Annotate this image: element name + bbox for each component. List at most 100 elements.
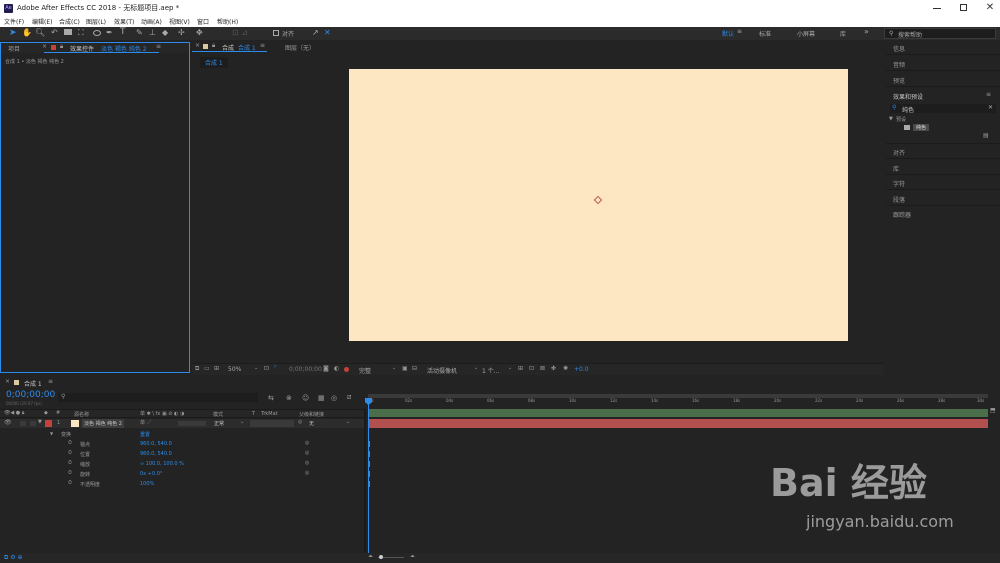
tab-project[interactable]: 项目	[8, 44, 20, 53]
lock-icon[interactable]: 🔒︎	[60, 43, 63, 51]
layer-row[interactable]: 👁︎ ▼ 1 淡色 褐色 纯色 2 单 ／ 正常 ⌄ ◎ 无 ⌄	[0, 419, 364, 428]
mask-tool-icon[interactable]	[93, 30, 101, 36]
close-tab-icon[interactable]: ×	[42, 43, 47, 50]
composition-canvas[interactable]	[349, 69, 848, 341]
zoom-out-icon[interactable]: ⏶	[368, 553, 373, 561]
toggle-view-icon[interactable]: ⊟	[412, 365, 417, 372]
graph-editor-icon[interactable]: ⧄	[347, 393, 351, 402]
expression-icon[interactable]: ◎	[305, 440, 309, 446]
panel-info[interactable]: 信息	[893, 44, 905, 53]
property-value[interactable]: ∞ 100.0, 100.0 %	[140, 461, 184, 467]
stopwatch-icon[interactable]: ⏱︎	[68, 440, 72, 446]
layer-mode-dropdown[interactable]: 正常	[214, 420, 224, 427]
pan-behind-tool-icon[interactable]: ⛶	[78, 28, 84, 38]
menu-animation[interactable]: 动画(A)	[141, 17, 162, 26]
stopwatch-icon[interactable]: ⏱︎	[68, 450, 72, 456]
render-icon[interactable]: ✤	[551, 365, 556, 372]
workspace-default[interactable]: 默认	[722, 29, 734, 38]
menu-effect[interactable]: 效果(T)	[114, 17, 134, 26]
work-area-range[interactable]	[368, 409, 988, 417]
minimize-button[interactable]	[930, 1, 944, 15]
rotate-tool-icon[interactable]: ↶	[51, 28, 58, 37]
panel-align[interactable]: 对齐	[893, 148, 905, 157]
property-value[interactable]: 960.0, 540.0	[140, 441, 172, 447]
new-preset-icon[interactable]: ▤	[983, 132, 989, 139]
menu-window[interactable]: 窗口	[197, 17, 209, 26]
menu-view[interactable]: 视图(V)	[169, 17, 190, 26]
draft-3d-icon[interactable]: ⊗	[286, 394, 292, 402]
panel-audio[interactable]: 音频	[893, 60, 905, 69]
layer-parent-dropdown[interactable]: 无	[309, 420, 314, 427]
hand-tool-icon[interactable]: ✋	[22, 28, 32, 37]
tab-layer[interactable]: 图层（无）	[285, 43, 315, 52]
menu-composition[interactable]: 合成(C)	[59, 17, 80, 26]
resolution-dropdown[interactable]: 完整	[359, 366, 371, 375]
switch-boxes[interactable]	[178, 421, 206, 426]
panel-library[interactable]: 库	[893, 164, 899, 173]
menu-layer[interactable]: 图层(L)	[86, 17, 106, 26]
stopwatch-icon[interactable]: ⏱︎	[68, 460, 72, 466]
effects-search-field[interactable]: ⚲ 纯色 ✕	[890, 104, 996, 114]
type-tool-icon[interactable]: T	[120, 27, 126, 37]
property-value[interactable]: 960.0, 540.0	[140, 451, 172, 457]
layer-duration-bar[interactable]	[368, 419, 988, 428]
panel-menu-icon[interactable]: ≡	[986, 91, 991, 98]
flowchart-icon[interactable]: ⊠	[540, 365, 545, 372]
stopwatch-icon[interactable]: ⏱︎	[68, 470, 72, 476]
workspace-standard[interactable]: 标准	[759, 29, 771, 38]
transform-group-row[interactable]: ▼ 变换 重置	[0, 430, 364, 439]
panel-menu-icon[interactable]: ≡	[156, 43, 161, 50]
trkmat-box[interactable]	[250, 420, 294, 427]
snap-icon[interactable]: ↗	[312, 28, 319, 37]
fit-icon[interactable]: ⊡	[264, 365, 269, 372]
transparency-grid-icon[interactable]: ▣	[402, 365, 408, 372]
close-tab-icon[interactable]: ×	[5, 378, 10, 385]
transform-reset[interactable]: 重置	[140, 431, 150, 438]
workspace-more-icon[interactable]: »	[864, 27, 869, 36]
snapshot-icon[interactable]: ◙	[323, 365, 329, 372]
always-preview-icon[interactable]: ⧉	[195, 365, 199, 373]
mask-visibility-icon[interactable]: ⊞	[214, 365, 219, 372]
composition-subtab[interactable]: 合成 1	[200, 57, 228, 68]
comp-flowchart-icon[interactable]: ⇆	[268, 394, 274, 402]
property-row-anchor[interactable]: ⏱︎ 锚点 960.0, 540.0 ◎	[0, 440, 364, 449]
camera-dropdown[interactable]: 活动摄像机	[427, 366, 457, 375]
column-source-name[interactable]: 源名称	[74, 411, 89, 418]
expression-icon[interactable]: ◎	[305, 470, 309, 476]
disclosure-triangle-icon[interactable]: ▼	[50, 431, 53, 436]
panel-effects-presets[interactable]: 效果和预设	[893, 92, 923, 101]
region-icon[interactable]: ⌜	[274, 365, 277, 372]
workspace-small-screen[interactable]: 小屏幕	[797, 29, 815, 38]
maximize-button[interactable]	[957, 1, 971, 15]
monitor-icon[interactable]: ▭	[204, 365, 210, 372]
preset-result[interactable]: 纯色	[913, 124, 930, 131]
camera-tool-icon[interactable]	[64, 29, 72, 35]
current-time[interactable]: 0;00;00;00	[6, 390, 55, 400]
motion-blur-icon[interactable]: ◎	[331, 394, 337, 402]
layer-label-color[interactable]	[45, 420, 52, 427]
property-row-position[interactable]: ⏱︎ 位置 960.0, 540.0 ◎	[0, 450, 364, 459]
property-row-rotation[interactable]: ⏱︎ 旋转 0x +0.0° ◎	[0, 470, 364, 479]
stopwatch-icon[interactable]: ⏱︎	[68, 480, 72, 486]
menu-file[interactable]: 文件(F)	[4, 17, 24, 26]
panel-tracker[interactable]: 跟踪器	[893, 210, 911, 219]
layer-expand-icon[interactable]: ▼	[38, 419, 42, 425]
close-tab-icon[interactable]: ×	[195, 42, 200, 49]
time-ruler[interactable]: 0s 02s 04s 06s 08s 10s 12s 14s 16s 18s 2…	[368, 398, 988, 408]
puppet-tool-icon[interactable]: ✥	[196, 28, 203, 37]
clear-search-icon[interactable]: ✕	[988, 104, 993, 111]
zoom-dropdown[interactable]: 50%	[228, 366, 241, 373]
property-row-scale[interactable]: ⏱︎ 缩放 ∞ 100.0, 100.0 % ◎	[0, 460, 364, 469]
disclosure-triangle-icon[interactable]: ▼	[889, 116, 893, 122]
workspace-menu-icon[interactable]: ≡	[737, 28, 742, 35]
expression-icon[interactable]: ◎	[305, 450, 309, 456]
panel-character[interactable]: 字符	[893, 179, 905, 188]
color-channel-icon[interactable]: ◐	[334, 365, 339, 372]
workspace-library[interactable]: 库	[840, 29, 846, 38]
zoom-in-icon[interactable]: ⏶	[410, 553, 415, 561]
panel-menu-icon[interactable]: ≡	[48, 378, 53, 385]
shy-icon[interactable]: ☺	[302, 394, 309, 402]
brush-tool-icon[interactable]: ✎	[136, 28, 143, 37]
switch-icons[interactable]: 单 ／	[140, 419, 152, 426]
fast-previews-icon[interactable]: ⊞	[518, 365, 523, 372]
